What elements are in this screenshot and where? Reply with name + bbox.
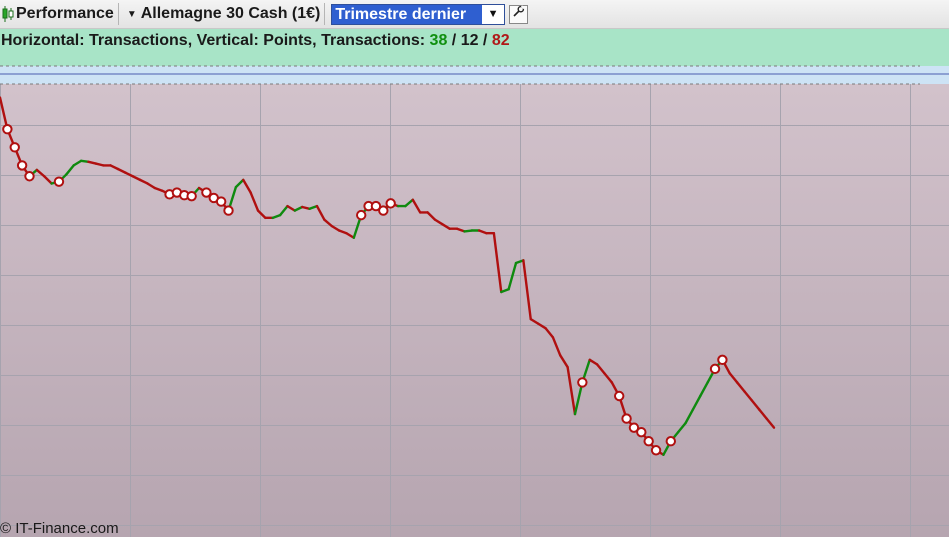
losing-count: 82 bbox=[491, 32, 510, 49]
loss-marker bbox=[2, 124, 13, 135]
wrench-icon bbox=[512, 5, 525, 23]
neutral-count: 12 bbox=[460, 32, 479, 49]
loss-marker bbox=[643, 436, 654, 447]
zero-zone bbox=[0, 66, 949, 84]
stats-prefix: Horizontal: Transactions, Vertical: Poin… bbox=[1, 32, 430, 49]
instrument-label: Allemagne 30 Cash (1€) bbox=[140, 5, 321, 22]
caret-down-icon: ▼ bbox=[126, 8, 137, 20]
performance-label: Performance bbox=[16, 5, 114, 22]
loss-marker bbox=[577, 377, 588, 388]
loss-marker bbox=[614, 390, 625, 402]
stats-bar: Horizontal: Transactions, Vertical: Poin… bbox=[0, 29, 949, 53]
loss-marker bbox=[215, 196, 227, 207]
period-select[interactable]: Trimestre dernier ▼ bbox=[331, 3, 506, 25]
loss-marker bbox=[53, 176, 65, 187]
loss-marker bbox=[709, 363, 721, 375]
toolbar-separator bbox=[117, 3, 119, 25]
loss-marker bbox=[356, 209, 367, 221]
loss-marker bbox=[385, 198, 396, 209]
candlestick-icon bbox=[2, 5, 14, 23]
loss-marker bbox=[650, 445, 662, 456]
copyright-text: © IT-Finance.com bbox=[0, 520, 119, 537]
instrument-selector[interactable]: ▼ Allemagne 30 Cash (1€) bbox=[123, 0, 321, 28]
loss-marker bbox=[621, 413, 632, 424]
stats-separator: / bbox=[478, 32, 492, 49]
toolbar: Performance ▼ Allemagne 30 Cash (1€) Tri… bbox=[0, 0, 949, 29]
positive-zone bbox=[0, 53, 949, 66]
performance-chart bbox=[0, 53, 949, 537]
loss-marker bbox=[636, 426, 647, 438]
loss-marker bbox=[665, 436, 676, 447]
stats-separator: / bbox=[447, 32, 461, 49]
loss-marker bbox=[16, 160, 28, 171]
performance-button[interactable]: Performance bbox=[0, 0, 114, 28]
loss-marker bbox=[223, 205, 234, 216]
loss-marker bbox=[186, 190, 197, 202]
loss-marker bbox=[9, 142, 20, 153]
loss-marker bbox=[378, 205, 389, 216]
settings-button[interactable] bbox=[509, 4, 529, 24]
loss-marker bbox=[717, 354, 728, 366]
winning-count: 38 bbox=[429, 32, 448, 49]
caret-down-icon[interactable]: ▼ bbox=[482, 8, 504, 20]
period-value: Trimestre dernier bbox=[332, 4, 483, 24]
toolbar-separator bbox=[324, 3, 326, 25]
loss-marker bbox=[24, 171, 35, 182]
